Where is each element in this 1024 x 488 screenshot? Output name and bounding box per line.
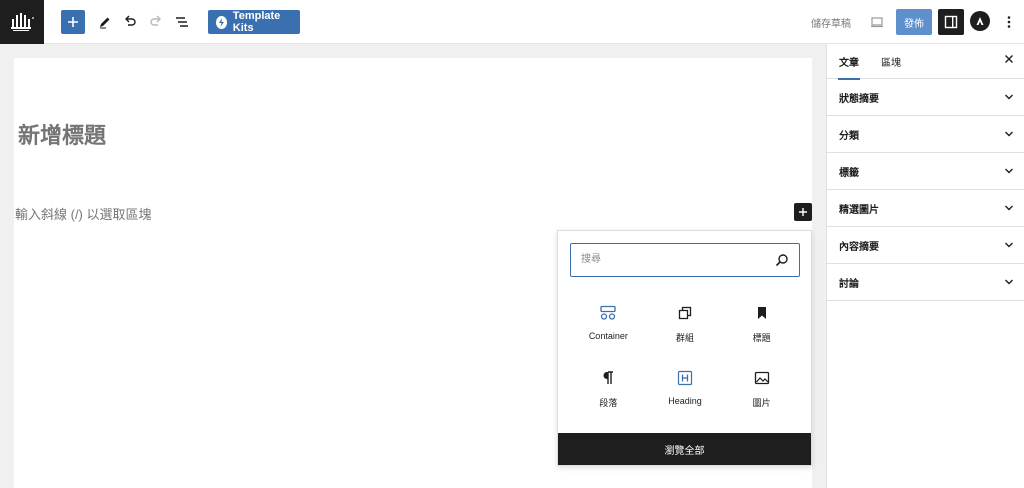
block-item-title[interactable]: 標題 [723,293,800,358]
heading-icon [675,368,695,388]
panel-title: 分類 [839,130,859,142]
panel-categories[interactable]: 分類 [827,116,1024,153]
tab-block[interactable]: 區塊 [881,44,901,79]
document-overview-button[interactable] [171,10,193,34]
browse-all-button[interactable]: 瀏覽全部 [558,433,811,465]
template-kits-button[interactable]: Template Kits [208,10,300,34]
sidebar-tabs: 文章 區塊 [827,44,1024,80]
block-item-container[interactable]: Container [570,293,647,358]
block-appender-placeholder[interactable]: 輸入斜線 (/) 以選取區塊 [15,204,152,223]
template-kits-icon [216,15,227,29]
block-search[interactable] [570,243,800,277]
astra-icon [976,17,984,25]
block-item-label: Heading [668,396,702,406]
settings-button[interactable] [938,9,964,35]
panel-title: 狀態摘要 [839,93,879,105]
block-grid: Container 群組 標題 段落 Heading 圖片 [570,293,800,423]
chevron-down-icon [1005,279,1013,285]
image-icon [752,368,772,388]
block-item-label: 圖片 [752,398,771,408]
panel-featured-image[interactable]: 精選圖片 [827,190,1024,227]
chevron-down-icon [1005,168,1013,174]
sidebar-toggle-icon [944,15,958,29]
plus-icon [799,208,807,216]
site-logo-icon [11,13,34,31]
post-title[interactable]: 新增標題 [18,118,106,150]
block-item-label: 段落 [599,398,618,408]
panel-title: 內容摘要 [839,241,879,253]
publish-button[interactable]: 發佈 [896,9,932,35]
bookmark-icon [752,303,772,323]
save-draft-button[interactable]: 儲存草稿 [800,10,862,34]
options-button[interactable] [1002,10,1016,34]
block-item-image[interactable]: 圖片 [723,358,800,423]
panel-title: 標籤 [839,167,859,179]
plus-icon [68,17,78,27]
undo-icon [125,15,136,26]
panel-excerpt[interactable]: 內容摘要 [827,227,1024,264]
panel-title: 討論 [839,278,859,290]
preview-button[interactable] [866,10,888,34]
chevron-down-icon [1005,131,1013,137]
redo-icon [150,15,161,26]
close-sidebar-button[interactable] [1002,54,1016,68]
container-icon [598,303,618,323]
block-item-label: 群組 [675,333,694,343]
chevron-down-icon [1005,205,1013,211]
block-inserter-popover: Container 群組 標題 段落 Heading [557,230,812,466]
block-search-input[interactable] [571,244,766,275]
group-icon [675,303,695,323]
tab-post[interactable]: 文章 [838,44,860,80]
pencil-icon [100,17,110,29]
astra-settings-button[interactable] [970,11,990,31]
block-item-paragraph[interactable]: 段落 [570,358,647,423]
settings-sidebar: 文章 區塊 狀態摘要 分類 標籤 精選圖片 內容摘要 討論 [826,44,1024,488]
close-icon [1005,55,1013,63]
block-item-label: Container [588,331,628,341]
tools-button[interactable] [94,10,116,34]
undo-button[interactable] [120,10,140,34]
inline-add-block-button[interactable] [794,203,812,221]
desktop-icon [871,17,883,28]
search-icon [775,254,788,267]
paragraph-icon [598,368,618,388]
site-logo[interactable] [0,0,44,44]
panel-title: 精選圖片 [839,204,879,216]
more-vertical-icon [1007,16,1011,28]
block-item-group[interactable]: 群組 [647,293,724,358]
chevron-down-icon [1005,94,1013,100]
redo-button[interactable] [146,10,166,34]
template-kits-label: Template Kits [232,10,281,34]
block-item-label: 標題 [752,333,771,343]
list-view-icon [176,17,188,27]
add-block-button[interactable] [61,10,85,34]
panel-discussion[interactable]: 討論 [827,264,1024,301]
panel-tags[interactable]: 標籤 [827,153,1024,190]
editor-toolbar: Template Kits 儲存草稿 發佈 [0,0,1024,44]
block-item-heading[interactable]: Heading [647,358,724,423]
chevron-down-icon [1005,242,1013,248]
panel-status-summary[interactable]: 狀態摘要 [827,79,1024,116]
